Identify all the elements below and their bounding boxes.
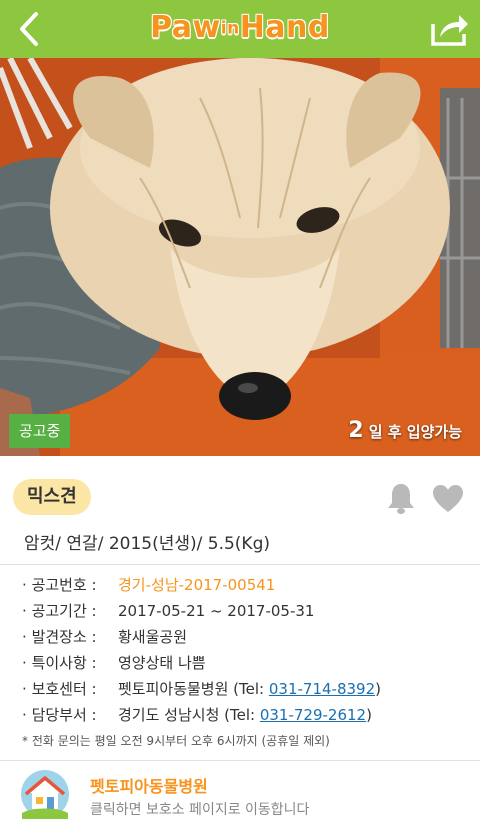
notice-number: 경기-성남-2017-00541	[118, 576, 276, 594]
detail-row-found-place: · 발견장소 : 황새울공원	[22, 628, 188, 646]
animal-info-panel: 믹스견 암컷/ 연갈/ 2015(년생)/ 5.5(Kg) · 공고번호 : 경기…	[0, 456, 480, 760]
shelter-house-icon	[21, 770, 69, 819]
shelter-phone-link[interactable]: 031-714-8392	[269, 680, 375, 698]
breed-badge: 믹스견	[13, 479, 91, 515]
detail-row-special-notes: · 특이사항 : 영양상태 나쁨	[22, 654, 206, 672]
shelter-name: 펫토피아동물병원 (Tel:	[118, 680, 269, 698]
animal-summary: 암컷/ 연갈/ 2015(년생)/ 5.5(Kg)	[24, 534, 271, 554]
app-header: PawinHand	[0, 0, 480, 58]
adoption-countdown: 2 일 후 입양가능	[348, 418, 462, 443]
detail-list: · 공고번호 : 경기-성남-2017-00541 · 공고기간 :2017-05…	[22, 572, 472, 728]
office-name: 경기도 성남시청 (Tel:	[118, 706, 260, 724]
detail-row-period: · 공고기간 :2017-05-21 ~ 2017-05-31	[22, 602, 315, 620]
detail-row-shelter: · 보호센터 : 펫토피아동물병원 (Tel: 031-714-8392)	[22, 680, 381, 698]
phone-hours-note: * 전화 문의는 평일 오전 9시부터 오후 6시까지 (공휴일 제외)	[22, 734, 330, 748]
shelter-link-title: 펫토피아동물병원	[90, 777, 208, 796]
pawinhand-logo: PawinHand	[150, 10, 330, 45]
special-notes: 영양상태 나쁨	[118, 654, 206, 672]
bell-icon[interactable]	[386, 482, 416, 514]
divider	[0, 564, 480, 565]
found-place: 황새울공원	[118, 628, 188, 646]
heart-icon[interactable]	[432, 484, 464, 514]
office-phone-link[interactable]: 031-729-2612	[260, 706, 366, 724]
shelter-link-subtitle: 클릭하면 보호소 페이지로 이동합니다	[90, 802, 310, 818]
animal-photo	[0, 58, 480, 456]
detail-row-notice-number: · 공고번호 : 경기-성남-2017-00541	[22, 576, 276, 594]
status-badge: 공고중	[9, 414, 71, 448]
share-icon[interactable]	[430, 10, 470, 48]
detail-row-office: · 담당부서 : 경기도 성남시청 (Tel: 031-729-2612)	[22, 706, 372, 724]
shelter-link-card[interactable]: 펫토피아동물병원 클릭하면 보호소 페이지로 이동합니다	[0, 760, 480, 822]
notice-period: 2017-05-21 ~ 2017-05-31	[118, 602, 315, 620]
